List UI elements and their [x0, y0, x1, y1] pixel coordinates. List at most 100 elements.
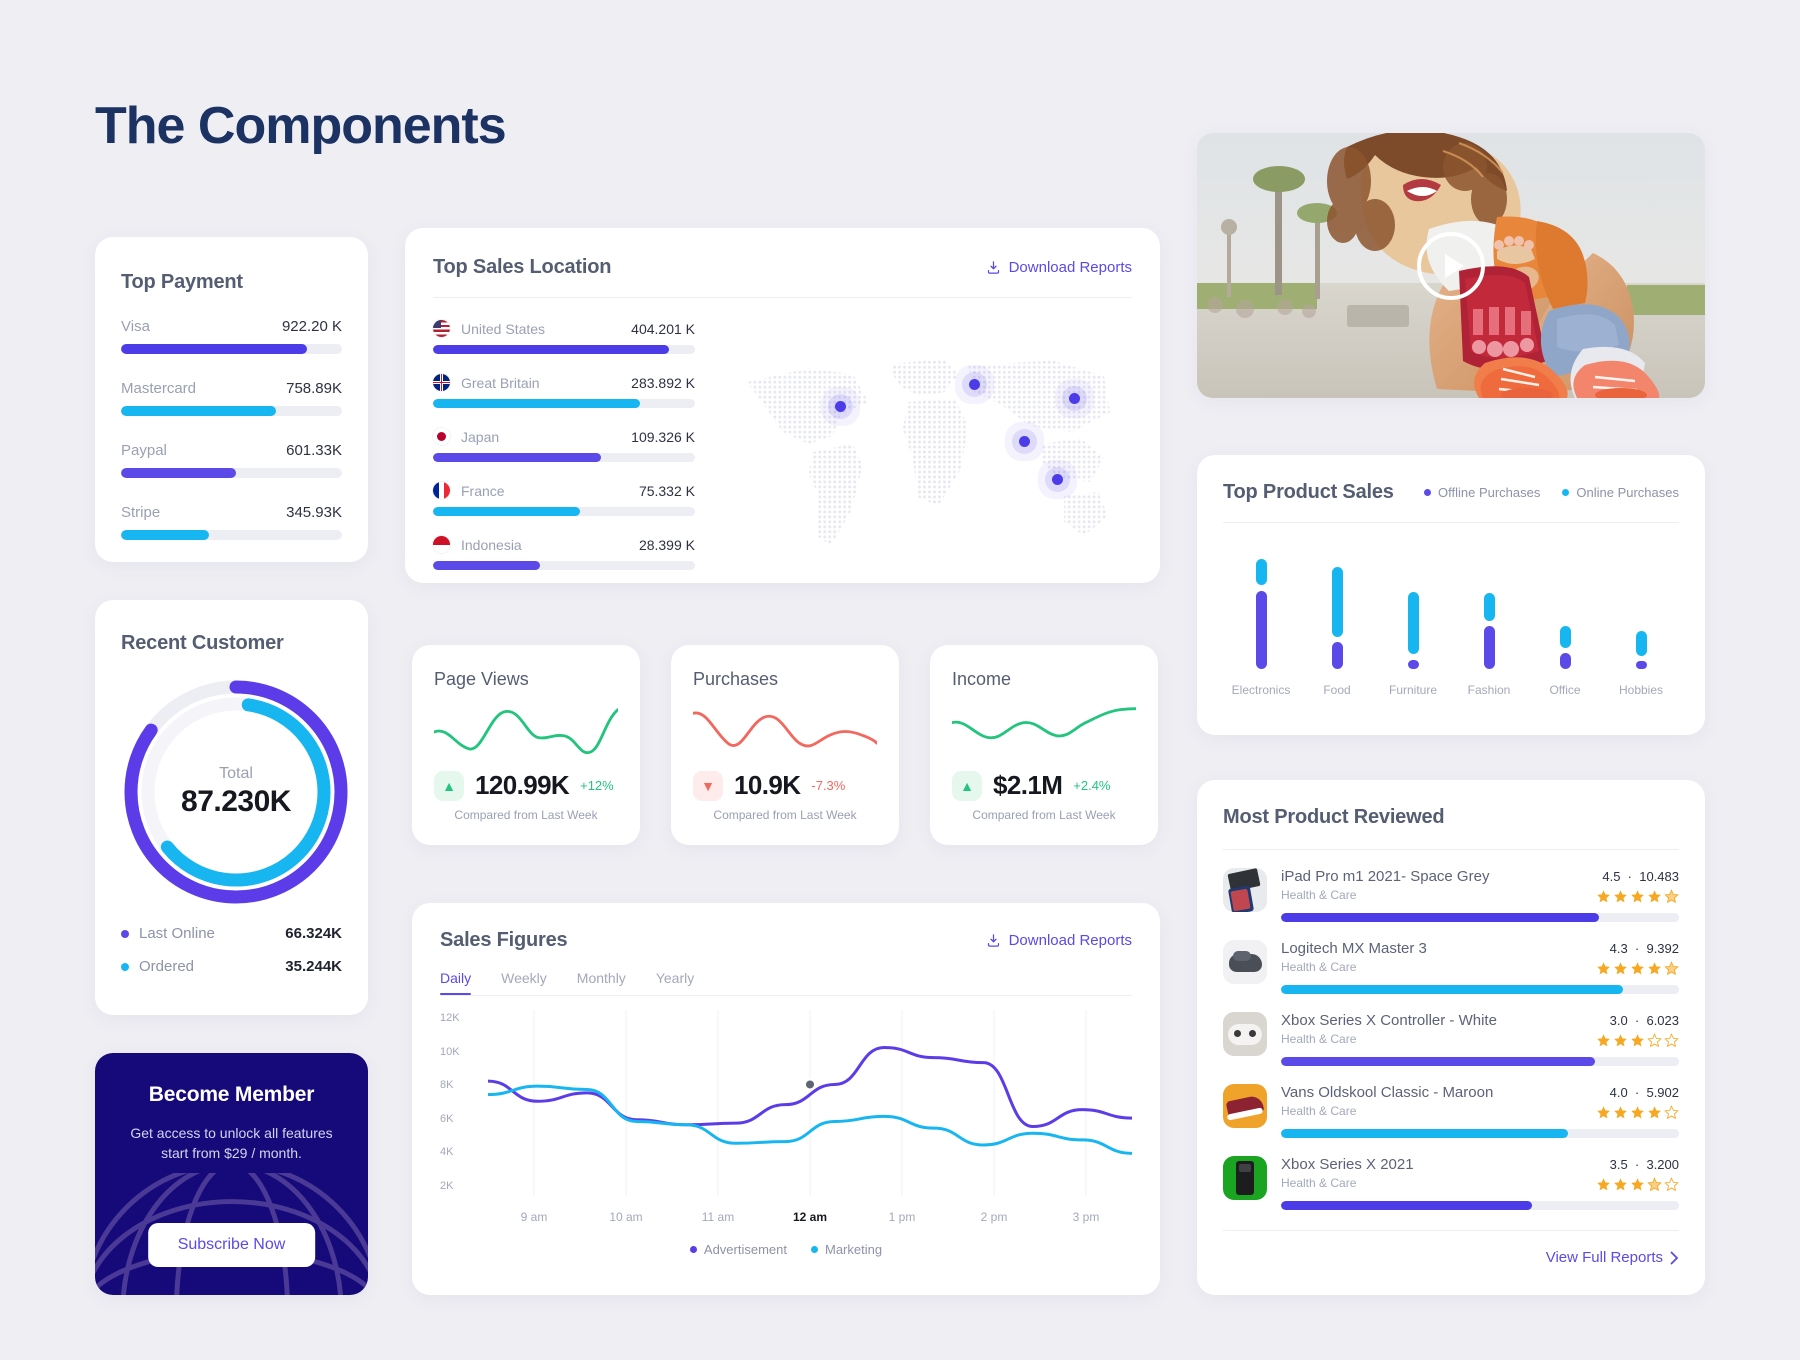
tab-weekly[interactable]: Weekly	[501, 970, 547, 995]
map-pin-europe[interactable]	[968, 379, 980, 391]
payment-row-head: Visa 922.20 K	[121, 318, 342, 335]
tab-monthly[interactable]: Monthly	[577, 970, 626, 995]
play-button[interactable]	[1417, 231, 1485, 300]
sales-figures-title: Sales Figures	[440, 929, 568, 951]
subscribe-now-button[interactable]: Subscribe Now	[147, 1223, 316, 1267]
bar-segment-online	[1331, 567, 1343, 637]
product-sales-legend-item: Offline Purchases	[1424, 485, 1540, 500]
bar-stack	[1635, 557, 1647, 669]
bar-segment-offline	[1331, 642, 1343, 669]
promo-video-card[interactable]	[1197, 133, 1705, 398]
reviewed-product-row[interactable]: iPad Pro m1 2021- Space Grey 4.5 · 10.48…	[1223, 868, 1679, 922]
product-thumbnail	[1223, 1012, 1267, 1056]
reviewed-product-row[interactable]: Xbox Series X Controller - White 3.0 · 6…	[1223, 1012, 1679, 1066]
payment-progress-fill	[121, 344, 307, 354]
recent-customer-title: Recent Customer	[121, 632, 284, 654]
stat-card-page-views: Page Views ▲ 120.99K +12% Compared from …	[412, 645, 640, 845]
donut-total-value: 87.230K	[181, 785, 291, 818]
top-payment-list: Visa 922.20 K Mastercard 758.89K Paypal …	[121, 318, 342, 540]
tab-daily[interactable]: Daily	[440, 970, 472, 995]
view-full-reports-button[interactable]: View Full Reports	[1223, 1249, 1679, 1266]
flag-icon-jp	[433, 428, 450, 445]
top-product-sales-header: Top Product Sales Offline Purchases Onli…	[1223, 481, 1679, 504]
product-rating-count: 4.0 · 5.902	[1609, 1085, 1679, 1100]
sales-location-fill	[433, 561, 541, 570]
map-pin-north-america[interactable]	[834, 401, 846, 412]
legend-dot-icon	[121, 929, 129, 938]
top-payment-card: Top Payment Visa 922.20 K Mastercard 758…	[95, 237, 368, 562]
sales-location-name: Great Britain	[461, 374, 540, 391]
reviewed-product-top: Vans Oldskool Classic - Maroon 4.0 · 5.9…	[1281, 1084, 1679, 1101]
product-category: Health & Care	[1281, 960, 1357, 974]
stat-card-purchases: Purchases ▼ 10.9K -7.3% Compared from La…	[671, 645, 899, 845]
star-filled-icon	[1631, 890, 1644, 903]
product-progress-track	[1281, 1201, 1679, 1210]
top-payment-title: Top Payment	[121, 271, 243, 293]
x-axis-tick: 12 am	[792, 1210, 828, 1224]
download-reports-label: Download Reports	[1008, 259, 1132, 276]
stat-bottom: ▼ 10.9K -7.3%	[693, 770, 877, 801]
world-map-dots	[746, 358, 1111, 546]
stat-note: Compared from Last Week	[972, 808, 1116, 822]
star-filled-icon	[1648, 962, 1661, 975]
stat-bottom: ▲ $2.1M +2.4%	[952, 770, 1136, 801]
map-pin-africa[interactable]	[1018, 436, 1030, 448]
donut-total-label: Total	[219, 765, 253, 782]
divider	[1223, 1230, 1679, 1231]
legend-dot-icon	[1424, 489, 1431, 496]
download-icon	[987, 261, 999, 274]
sales-location-track	[433, 507, 695, 516]
most-product-reviewed-title: Most Product Reviewed	[1223, 806, 1445, 828]
legend-name: Last Online	[139, 925, 215, 942]
product-category: Health & Care	[1281, 1032, 1357, 1046]
reviewed-product-row[interactable]: Logitech MX Master 3 4.3 · 9.392 Health …	[1223, 940, 1679, 994]
download-reports-sales-button[interactable]: Download Reports	[986, 259, 1132, 276]
tab-yearly[interactable]: Yearly	[656, 970, 694, 995]
bar-stack	[1255, 557, 1267, 669]
payment-row: Visa 922.20 K	[121, 318, 342, 354]
download-reports-figures-button[interactable]: Download Reports	[986, 932, 1132, 949]
sales-location-row: United States 404.201 K	[433, 320, 695, 354]
sales-location-name: Japan	[461, 428, 500, 445]
product-sales-bars: Electronics Food Furniture Fashion Offic…	[1223, 557, 1679, 697]
sparkline-chart	[691, 711, 879, 748]
y-axis-tick: 10K	[440, 1045, 460, 1058]
reviewed-product-top: Xbox Series X 2021 3.5 · 3.200	[1281, 1156, 1679, 1173]
sales-location-value: 109.326 K	[631, 428, 695, 445]
sparkline-chart	[950, 707, 1138, 740]
reviewed-product-row[interactable]: Xbox Series X 2021 3.5 · 3.200 Health & …	[1223, 1156, 1679, 1210]
bar-stack	[1559, 557, 1571, 669]
star-filled-icon	[1597, 1178, 1610, 1191]
bar-category-label: Fashion	[1467, 683, 1511, 697]
bar-category-label: Hobbies	[1618, 683, 1664, 697]
star-half-icon	[1664, 961, 1679, 976]
map-pin-asia[interactable]	[1069, 392, 1081, 404]
top-sales-location-card: Top Sales Location Download Reports Unit…	[405, 228, 1160, 583]
divider	[440, 995, 1132, 996]
product-sales-bar-column: Office	[1527, 557, 1603, 697]
product-star-rating	[1596, 961, 1679, 976]
sales-figures-legend: Advertisement Marketing	[440, 1242, 1132, 1257]
sales-figures-tabs: Daily Weekly Monthly Yearly	[440, 970, 1132, 995]
bar-segment-online	[1407, 591, 1419, 655]
payment-progress-track	[121, 468, 342, 478]
bar-stack	[1483, 557, 1495, 669]
payment-value: 922.20 K	[281, 318, 342, 335]
reviewed-product-row[interactable]: Vans Oldskool Classic - Maroon 4.0 · 5.9…	[1223, 1084, 1679, 1138]
sales-location-value: 283.892 K	[631, 374, 695, 391]
product-name: Logitech MX Master 3	[1281, 940, 1427, 957]
product-progress-fill	[1281, 1201, 1532, 1210]
y-axis-tick: 4K	[440, 1146, 454, 1159]
legend-dot-icon	[811, 1246, 818, 1253]
bar-category-label: Office	[1549, 683, 1581, 697]
stat-sparkline	[950, 704, 1138, 760]
sales-location-fill	[433, 345, 669, 354]
chart-legend-item: Advertisement	[689, 1242, 787, 1257]
star-half-icon	[1664, 889, 1679, 904]
sales-location-name: France	[461, 482, 505, 499]
stat-note: Compared from Last Week	[713, 808, 857, 822]
reviewed-product-sub: Health & Care	[1281, 885, 1679, 904]
star-filled-icon	[1631, 1178, 1644, 1191]
y-axis-tick: 8K	[440, 1079, 454, 1092]
chart-highlight-point[interactable]	[803, 1078, 817, 1091]
